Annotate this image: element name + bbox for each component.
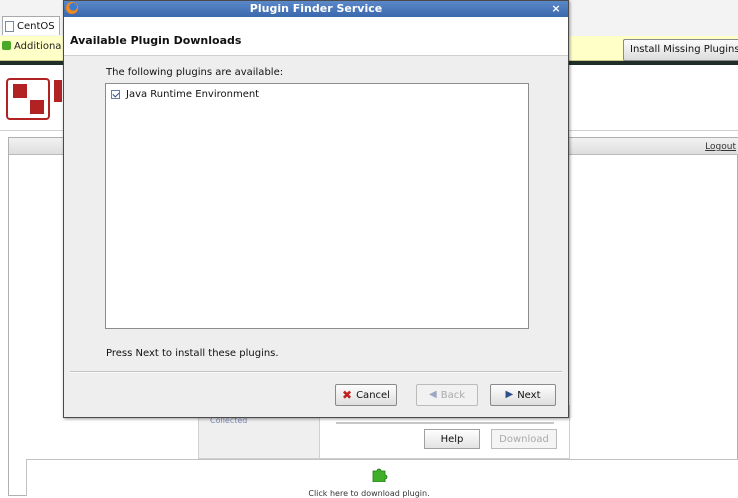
close-icon[interactable]: × bbox=[548, 2, 564, 15]
plugin-finder-dialog: Plugin Finder Service × Available Plugin… bbox=[63, 0, 569, 418]
puzzle-icon bbox=[2, 41, 11, 50]
help-button[interactable]: Help bbox=[424, 429, 480, 449]
document-icon bbox=[5, 20, 14, 32]
plugin-list-item[interactable]: Java Runtime Environment bbox=[111, 89, 259, 100]
cancel-icon: ✖ bbox=[342, 388, 353, 402]
back-button[interactable]: ◀ Back bbox=[416, 384, 478, 406]
next-arrow-icon: ▶ bbox=[505, 389, 514, 400]
checkbox-checked-icon[interactable] bbox=[111, 90, 120, 99]
plugin-puzzle-icon[interactable] bbox=[371, 466, 389, 482]
dialog-header-title: Available Plugin Downloads bbox=[70, 34, 242, 47]
instruction-text: Press Next to install these plugins. bbox=[106, 348, 279, 359]
download-plugin-link[interactable]: Click here to download plugin. bbox=[0, 489, 738, 498]
logout-link[interactable]: Logout bbox=[705, 142, 736, 152]
back-label: Back bbox=[440, 389, 465, 401]
plugin-name: Java Runtime Environment bbox=[126, 89, 260, 100]
browser-tab-title: CentOS bbox=[17, 20, 55, 32]
cancel-button[interactable]: ✖ Cancel bbox=[335, 384, 397, 406]
logo-mark bbox=[54, 80, 62, 102]
panel-divider bbox=[336, 422, 554, 424]
cancel-label: Cancel bbox=[356, 389, 390, 401]
browser-tab[interactable]: CentOS bbox=[2, 16, 60, 35]
next-label: Next bbox=[517, 389, 541, 401]
back-arrow-icon: ◀ bbox=[429, 389, 437, 400]
site-logo bbox=[6, 78, 50, 120]
notification-text: Additiona bbox=[14, 41, 62, 52]
button-divider-highlight bbox=[70, 372, 562, 373]
download-button[interactable]: Download bbox=[491, 429, 557, 449]
available-plugins-label: The following plugins are available: bbox=[106, 67, 284, 78]
install-missing-plugins-button[interactable]: Install Missing Plugins... bbox=[623, 39, 738, 61]
plugin-list[interactable] bbox=[105, 83, 529, 329]
dialog-title: Plugin Finder Service bbox=[249, 2, 383, 15]
next-button[interactable]: ▶ Next bbox=[490, 384, 556, 406]
